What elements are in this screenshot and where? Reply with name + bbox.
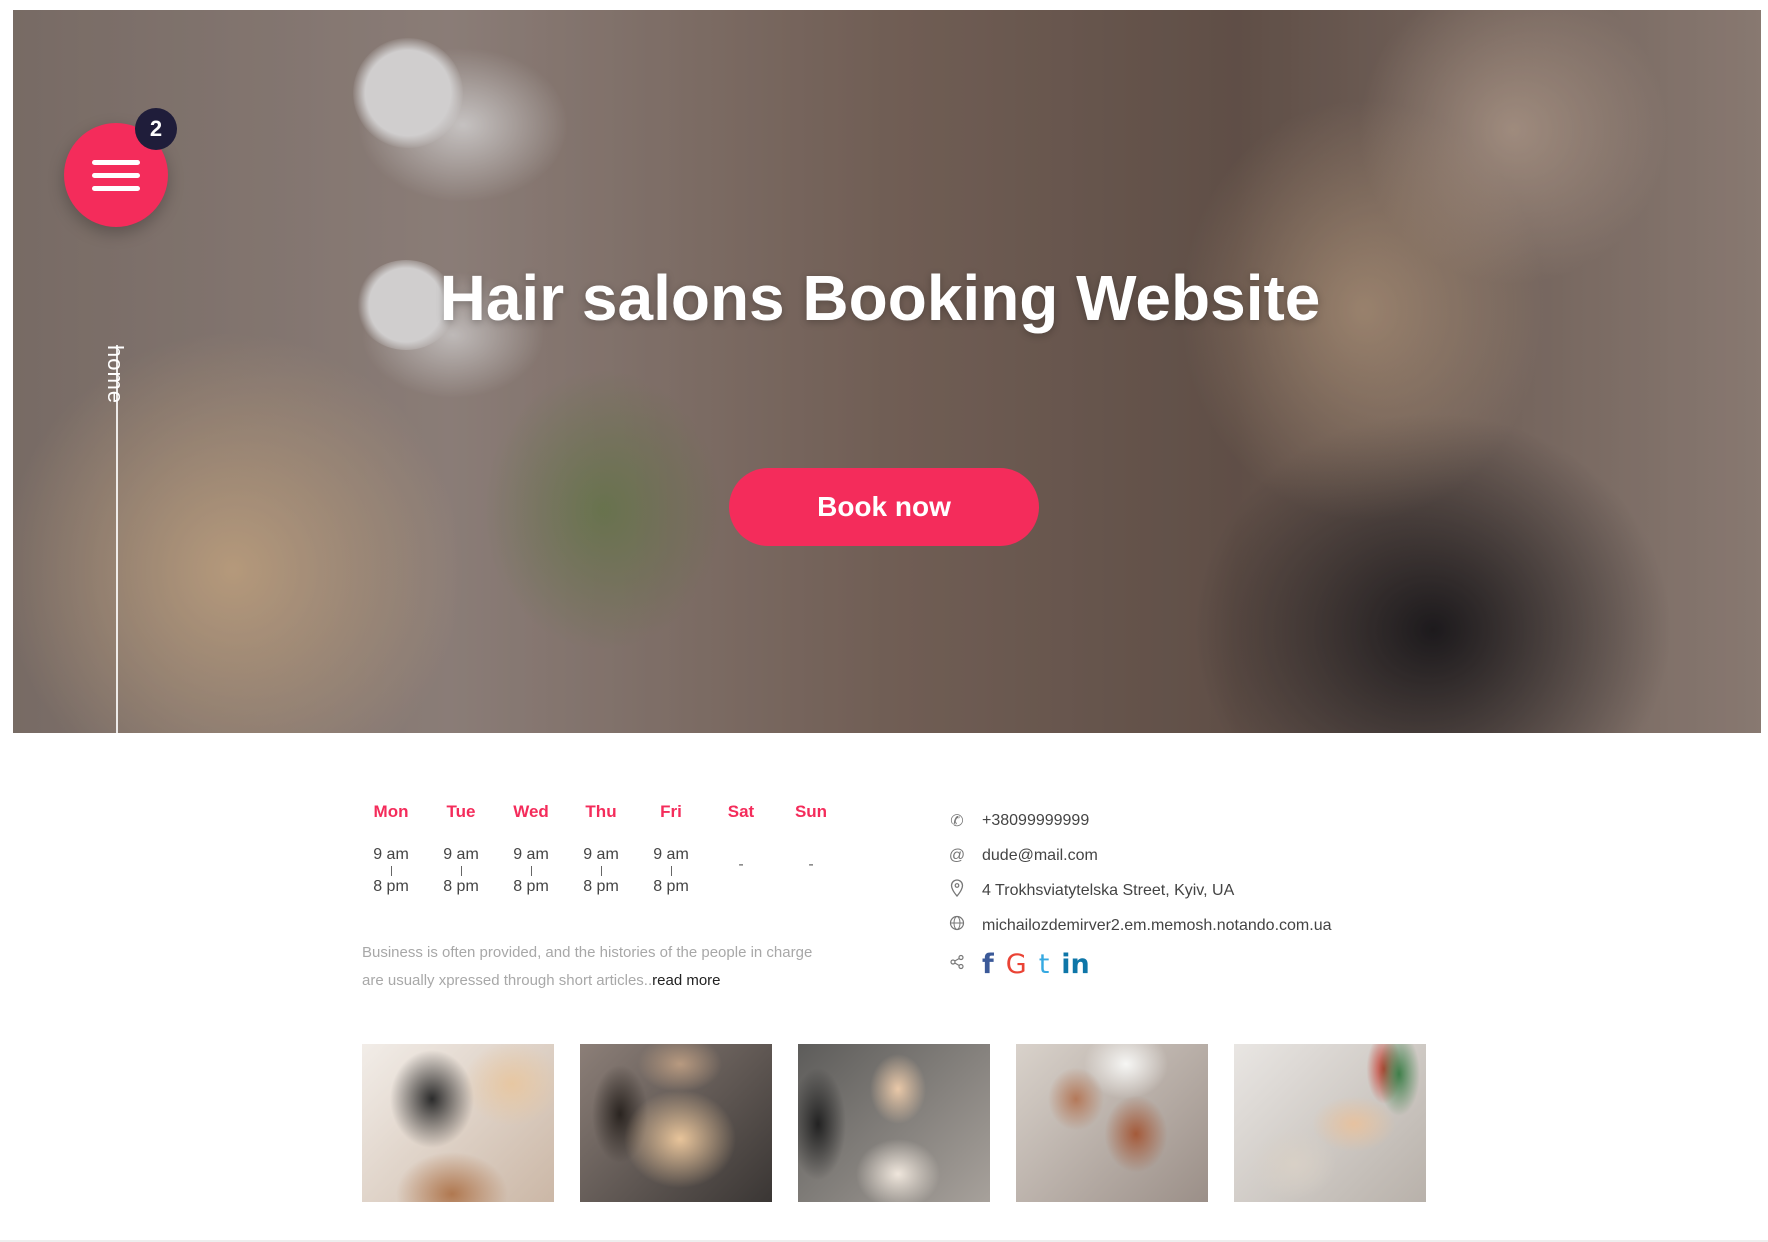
phone-icon: ✆ xyxy=(950,812,964,830)
day-name: Fri xyxy=(660,802,682,821)
hamburger-icon-bar xyxy=(92,173,140,178)
google-icon[interactable]: G xyxy=(1006,949,1027,980)
social-links: f G t in xyxy=(982,949,1090,980)
hamburger-icon-bar xyxy=(92,186,140,191)
social-row: f G t in xyxy=(946,947,1331,982)
closed-marker: - xyxy=(738,856,744,873)
book-now-button[interactable]: Book now xyxy=(729,468,1039,546)
tumblr-icon[interactable]: t xyxy=(1039,949,1050,980)
facebook-icon[interactable]: f xyxy=(982,949,994,980)
street-address: 4 Trokhsviatytelska Street, Kyiv, UA xyxy=(982,881,1235,899)
close-time: 8 pm xyxy=(443,878,479,895)
close-time: 8 pm xyxy=(373,878,409,895)
time-separator xyxy=(390,866,392,876)
time-separator xyxy=(600,866,602,876)
close-time: 8 pm xyxy=(513,878,549,895)
schedule-day: Thu 9 am 8 pm xyxy=(566,802,636,896)
email-row: @ dude@mail.com xyxy=(946,838,1331,873)
day-name: Sun xyxy=(794,802,828,821)
gallery-photo[interactable] xyxy=(580,1044,772,1202)
close-time: 8 pm xyxy=(653,878,689,895)
schedule-day: Sun - xyxy=(776,802,846,874)
close-time: 8 pm xyxy=(583,878,619,895)
description-text: Business is often provided, and the hist… xyxy=(362,944,813,989)
menu-badge: 2 xyxy=(135,108,177,150)
open-time: 9 am xyxy=(513,846,549,863)
hamburger-icon xyxy=(92,160,140,165)
phone-number[interactable]: +38099999999 xyxy=(982,812,1089,830)
email-address[interactable]: dude@mail.com xyxy=(982,847,1098,865)
at-icon: @ xyxy=(948,846,966,864)
read-more-link[interactable]: read more xyxy=(652,972,720,989)
hero-title: Hair salons Booking Website xyxy=(439,262,1321,334)
day-name: Tue xyxy=(446,802,476,821)
day-name: Mon xyxy=(373,802,409,821)
phone-row: ✆ +38099999999 xyxy=(946,803,1331,838)
time-separator xyxy=(460,866,462,876)
open-time: 9 am xyxy=(583,846,619,863)
website-row: michailozdemirver2.em.memosh.notando.com… xyxy=(946,908,1331,943)
day-name: Sat xyxy=(727,802,755,821)
time-separator xyxy=(670,866,672,876)
contact-info: ✆ +38099999999 @ dude@mail.com 4 Trokhsv… xyxy=(946,803,1332,982)
gallery-photo[interactable] xyxy=(1016,1044,1208,1202)
closed-marker: - xyxy=(808,856,814,873)
gallery-photo[interactable] xyxy=(1234,1044,1426,1202)
hero-banner xyxy=(13,10,1761,733)
open-time: 9 am xyxy=(373,846,409,863)
gallery-photo[interactable] xyxy=(798,1044,990,1202)
side-nav-home-link[interactable]: home xyxy=(102,345,128,404)
schedule-day: Mon 9 am 8 pm xyxy=(356,802,426,896)
gallery-photo[interactable] xyxy=(362,1044,554,1202)
schedule-day: Tue 9 am 8 pm xyxy=(426,802,496,896)
map-pin-icon xyxy=(946,879,968,902)
time-separator xyxy=(530,866,532,876)
hero-overlay xyxy=(13,10,1761,733)
salon-description: Business is often provided, and the hist… xyxy=(362,939,822,995)
schedule-day: Fri 9 am 8 pm xyxy=(636,802,706,896)
globe-icon xyxy=(946,915,968,936)
schedule-day: Wed 9 am 8 pm xyxy=(496,802,566,896)
linkedin-icon[interactable]: in xyxy=(1061,949,1089,980)
website-link[interactable]: michailozdemirver2.em.memosh.notando.com… xyxy=(982,917,1331,935)
schedule-day: Sat - xyxy=(706,802,776,874)
day-name: Thu xyxy=(585,802,617,821)
share-icon xyxy=(946,954,968,975)
open-time: 9 am xyxy=(443,846,479,863)
address-row: 4 Trokhsviatytelska Street, Kyiv, UA xyxy=(946,873,1331,908)
open-time: 9 am xyxy=(653,846,689,863)
day-name: Wed xyxy=(513,802,549,821)
